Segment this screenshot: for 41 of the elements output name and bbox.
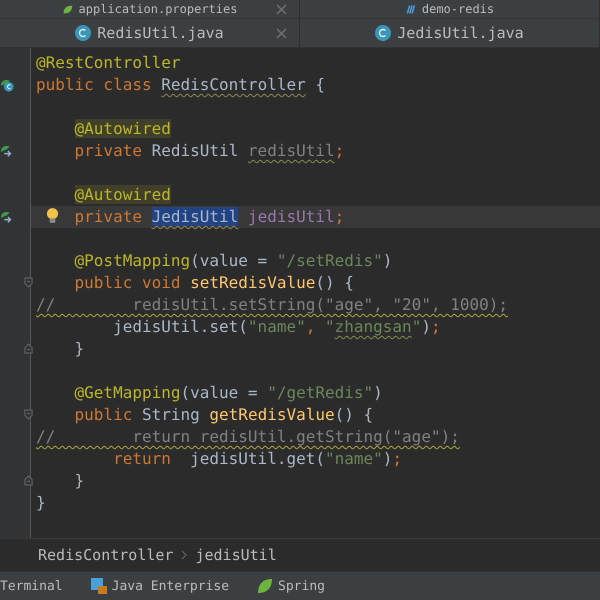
code-line: @RestController xyxy=(36,53,180,72)
code-line: } xyxy=(74,471,84,490)
class-icon xyxy=(75,25,92,41)
tool-window-button[interactable]: Java Enterprise xyxy=(90,578,230,594)
code-line: } xyxy=(74,339,84,358)
tool-window-button[interactable]: Terminal xyxy=(0,578,63,594)
class-icon xyxy=(375,25,392,41)
chevron-icon xyxy=(181,550,188,560)
leaf-icon xyxy=(62,4,73,14)
code-line: public String getRedisValue() { xyxy=(74,405,374,424)
code-line: return jedisUtil.get("name"); xyxy=(112,449,402,468)
class-gutter-icon[interactable] xyxy=(0,78,14,92)
code-line: private RedisUtil redisUtil; xyxy=(74,141,344,160)
fold-icon[interactable] xyxy=(24,475,33,486)
code-line: public void setRedisValue() { xyxy=(74,273,354,292)
breadcrumb-item[interactable]: jedisUtil xyxy=(195,546,277,564)
module-icon xyxy=(404,4,416,14)
code-line: public class RedisController { xyxy=(36,75,325,94)
fold-icon[interactable] xyxy=(24,409,33,420)
close-icon[interactable] xyxy=(276,28,287,38)
file-tab[interactable]: RedisUtil.java xyxy=(0,19,300,47)
bean-gutter-icon[interactable] xyxy=(0,144,14,158)
tool-window-button[interactable]: Spring xyxy=(257,578,325,594)
code-line: jedisUtil.set("name", "zhangsan"); xyxy=(112,317,441,336)
code-line: @GetMapping(value = "/getRedis") xyxy=(74,383,383,402)
fold-icon[interactable] xyxy=(24,343,33,354)
code-line: } xyxy=(36,493,46,512)
code-line: // redisUtil.setString("age", "20", 1000); xyxy=(36,295,508,314)
breadcrumb-item[interactable]: RedisController xyxy=(38,546,174,564)
code-line: @PostMapping(value = "/setRedis") xyxy=(74,251,392,270)
file-tab[interactable]: application.properties xyxy=(0,0,300,18)
bean-gutter-icon[interactable] xyxy=(0,210,14,224)
close-icon[interactable] xyxy=(276,4,287,14)
leaf-icon xyxy=(257,578,274,594)
file-tab[interactable]: demo-redis xyxy=(300,0,600,18)
lightbulb-icon[interactable] xyxy=(46,207,59,224)
enterprise-icon xyxy=(90,578,107,594)
code-line: // return redisUtil.getString("age"); xyxy=(36,427,460,446)
fold-icon[interactable] xyxy=(24,277,33,288)
file-tab[interactable]: JedisUtil.java xyxy=(300,19,600,47)
code-line: private JedisUtil jedisUtil; xyxy=(74,207,344,226)
